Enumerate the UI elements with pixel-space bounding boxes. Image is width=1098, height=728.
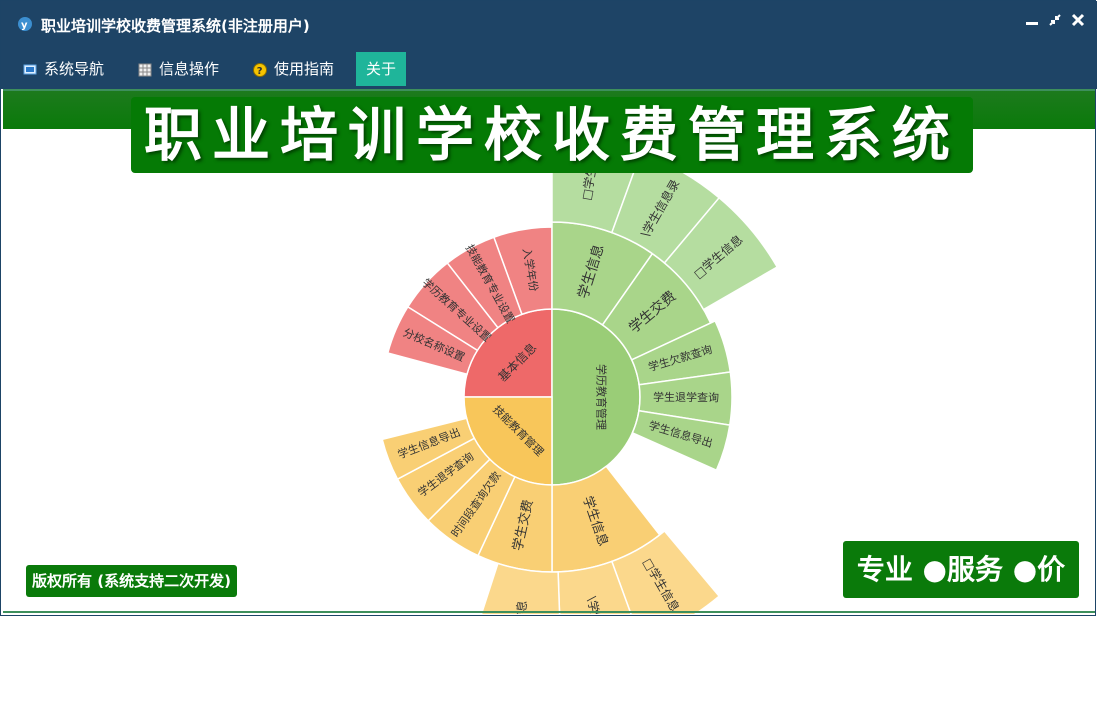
- monitor-icon: [23, 64, 37, 74]
- menu-label: 关于: [366, 60, 397, 78]
- segment-label: 学历教育管理: [594, 364, 608, 430]
- menu-label: 信息操作: [159, 60, 220, 78]
- menu-label: 系统导航: [44, 60, 105, 78]
- svg-text:?: ?: [257, 66, 263, 77]
- menu-system-nav[interactable]: 系统导航: [23, 52, 104, 86]
- copyright-badge: 版权所有 (系统支持二次开发): [26, 565, 237, 597]
- svg-text:y: y: [21, 20, 28, 31]
- help-icon: ?: [253, 62, 267, 77]
- slogan-badge: 专业 ●服务 ●价值: [843, 541, 1079, 614]
- restore-icon[interactable]: [1046, 13, 1064, 31]
- segment-label: 学生退学查询: [653, 390, 719, 405]
- app-logo-icon: y: [18, 17, 32, 31]
- minimize-icon[interactable]: [1023, 13, 1041, 31]
- main-content: 基本信息 学历教育管理 技能教育管理 入学年份 技能教育专业设置 学历教育专业设置 分校名称…: [3, 89, 1095, 614]
- menu-about[interactable]: 关于: [356, 52, 407, 86]
- app-window: y 职业培训学校收费管理系统(非注册用户) 系统导航 信息操作 ? 使用指南 关…: [0, 0, 1097, 616]
- window-title: 职业培训学校收费管理系统(非注册用户): [41, 17, 310, 35]
- menu-bar: 系统导航 信息操作 ? 使用指南 关于: [1, 47, 1097, 89]
- menu-user-guide[interactable]: ? 使用指南: [253, 52, 334, 86]
- title-bar[interactable]: y 职业培训学校收费管理系统(非注册用户): [1, 1, 1097, 47]
- bottom-divider: [3, 611, 1095, 613]
- close-icon[interactable]: [1069, 13, 1087, 31]
- menu-info-ops[interactable]: 信息操作: [138, 52, 219, 86]
- grid-icon: [138, 63, 152, 76]
- menu-label: 使用指南: [274, 60, 335, 78]
- banner-title: 职业培训学校收费管理系统: [131, 97, 973, 173]
